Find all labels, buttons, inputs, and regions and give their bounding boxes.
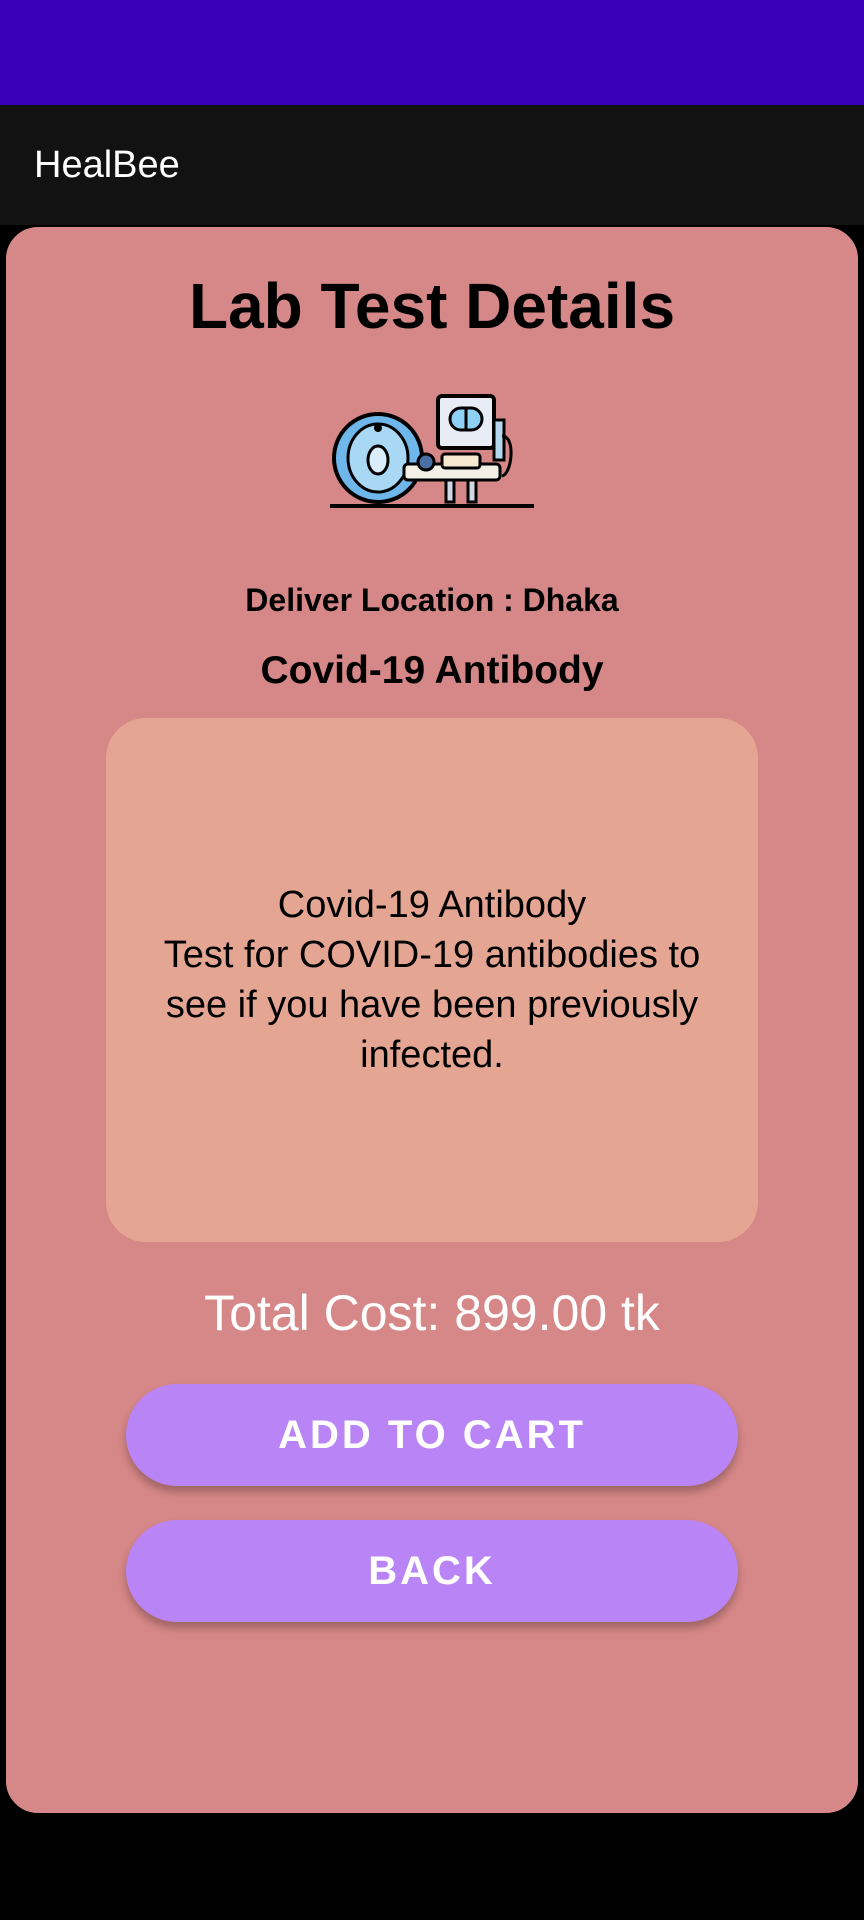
description-box: Covid-19 Antibody Test for COVID-19 anti… xyxy=(106,718,758,1242)
description-line: see if you have been previously xyxy=(165,984,699,1026)
delivery-location: Deliver Location : Dhaka xyxy=(245,582,619,618)
add-to-cart-button[interactable]: ADD TO CART xyxy=(126,1384,738,1486)
description-line: Covid-19 Antibody xyxy=(277,884,587,926)
total-cost: Total Cost: 899.00 tk xyxy=(204,1285,660,1341)
status-bar xyxy=(0,0,864,105)
test-name: Covid-19 Antibody xyxy=(260,649,604,692)
app-title: HealBee xyxy=(34,144,180,186)
description-line: infected. xyxy=(360,1034,504,1076)
back-button[interactable]: BACK xyxy=(126,1520,738,1622)
description-line: Test for COVID-19 antibodies to xyxy=(163,934,701,976)
mri-scanner-icon xyxy=(330,394,534,508)
navigation-bar xyxy=(0,1818,864,1920)
page-title: Lab Test Details xyxy=(188,270,676,342)
